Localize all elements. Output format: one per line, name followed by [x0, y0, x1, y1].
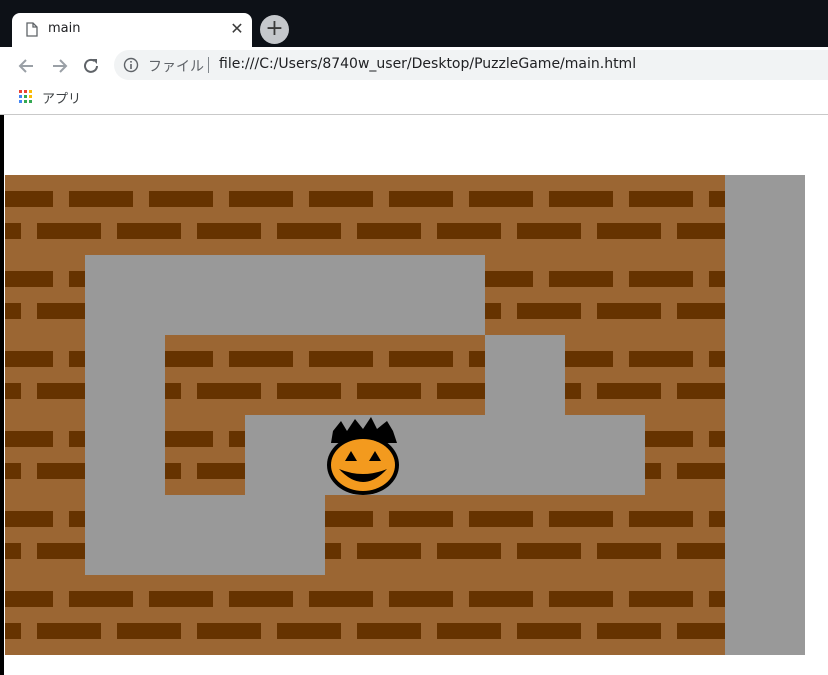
gray-column-tile	[725, 175, 805, 255]
info-icon[interactable]	[123, 57, 139, 73]
brick-wall-tile	[85, 575, 165, 655]
browser-toolbar: ファイル file:///C:/Users/8740w_user/Desktop…	[0, 47, 828, 85]
maze-floor-tile	[85, 415, 165, 495]
brick-wall-tile	[565, 335, 645, 415]
gray-column-tile	[725, 415, 805, 495]
brick-wall-tile	[325, 495, 405, 575]
omnibox-divider	[208, 57, 209, 73]
document-icon	[26, 22, 38, 37]
page-content	[0, 115, 828, 675]
browser-tab[interactable]: main ✕	[12, 13, 252, 47]
maze-floor-tile	[485, 415, 565, 495]
apps-grid-icon[interactable]	[19, 90, 33, 104]
maze-floor-tile	[565, 415, 645, 495]
maze-floor-tile	[85, 495, 165, 575]
gray-column-tile	[725, 255, 805, 335]
gray-column-tile	[725, 335, 805, 415]
apps-bookmark-label[interactable]: アプリ	[42, 88, 81, 107]
brick-wall-tile	[645, 255, 725, 335]
brick-wall-tile	[565, 175, 645, 255]
brick-wall-tile	[5, 255, 85, 335]
brick-wall-tile	[645, 415, 725, 495]
maze-floor-tile	[165, 255, 245, 335]
game-board[interactable]	[5, 175, 805, 655]
brick-wall-tile	[165, 335, 245, 415]
brick-wall-tile	[245, 335, 325, 415]
tab-strip: main ✕ +	[0, 0, 828, 47]
brick-wall-tile	[645, 335, 725, 415]
brick-wall-tile	[485, 495, 565, 575]
address-bar[interactable]: ファイル file:///C:/Users/8740w_user/Desktop…	[114, 50, 828, 80]
brick-wall-tile	[5, 495, 85, 575]
brick-wall-tile	[5, 575, 85, 655]
brick-wall-tile	[645, 175, 725, 255]
brick-wall-tile	[405, 175, 485, 255]
maze-floor-tile	[405, 255, 485, 335]
forward-arrow-icon[interactable]	[49, 56, 69, 76]
brick-wall-tile	[85, 175, 165, 255]
brick-wall-tile	[5, 175, 85, 255]
maze-floor-tile	[85, 335, 165, 415]
new-tab-button[interactable]: +	[260, 15, 289, 44]
tab-title: main	[48, 21, 81, 36]
brick-wall-tile	[485, 255, 565, 335]
brick-wall-tile	[565, 495, 645, 575]
brick-wall-tile	[405, 575, 485, 655]
brick-wall-tile	[485, 175, 565, 255]
gray-column-tile	[725, 495, 805, 575]
maze-floor-tile	[325, 255, 405, 335]
brick-wall-tile	[245, 575, 325, 655]
brick-wall-tile	[325, 335, 405, 415]
brick-wall-tile	[565, 575, 645, 655]
brick-wall-tile	[245, 175, 325, 255]
close-icon[interactable]: ✕	[229, 19, 245, 39]
maze-floor-tile	[245, 255, 325, 335]
maze-floor-tile	[165, 495, 245, 575]
reload-icon[interactable]	[81, 56, 101, 76]
brick-wall-tile	[165, 575, 245, 655]
bookmarks-bar: アプリ	[0, 85, 828, 115]
brick-wall-tile	[165, 175, 245, 255]
url-text[interactable]: file:///C:/Users/8740w_user/Desktop/Puzz…	[219, 56, 636, 72]
brick-wall-tile	[405, 495, 485, 575]
brick-wall-tile	[645, 495, 725, 575]
maze-floor-tile	[245, 495, 325, 575]
brick-wall-tile	[325, 175, 405, 255]
brick-wall-tile	[5, 415, 85, 495]
window-left-edge	[0, 115, 4, 675]
gray-column-tile	[725, 575, 805, 655]
brick-wall-tile	[645, 575, 725, 655]
maze-floor-tile	[85, 255, 165, 335]
back-arrow-icon[interactable]	[17, 56, 37, 76]
brick-wall-tile	[5, 335, 85, 415]
brick-wall-tile	[405, 335, 485, 415]
brick-wall-tile	[565, 255, 645, 335]
brick-wall-tile	[325, 575, 405, 655]
maze-floor-tile	[405, 415, 485, 495]
scheme-label: ファイル	[148, 59, 204, 75]
maze-floor-tile	[245, 415, 325, 495]
brick-wall-tile	[485, 575, 565, 655]
brick-wall-tile	[165, 415, 245, 495]
maze-floor-tile	[485, 335, 565, 415]
